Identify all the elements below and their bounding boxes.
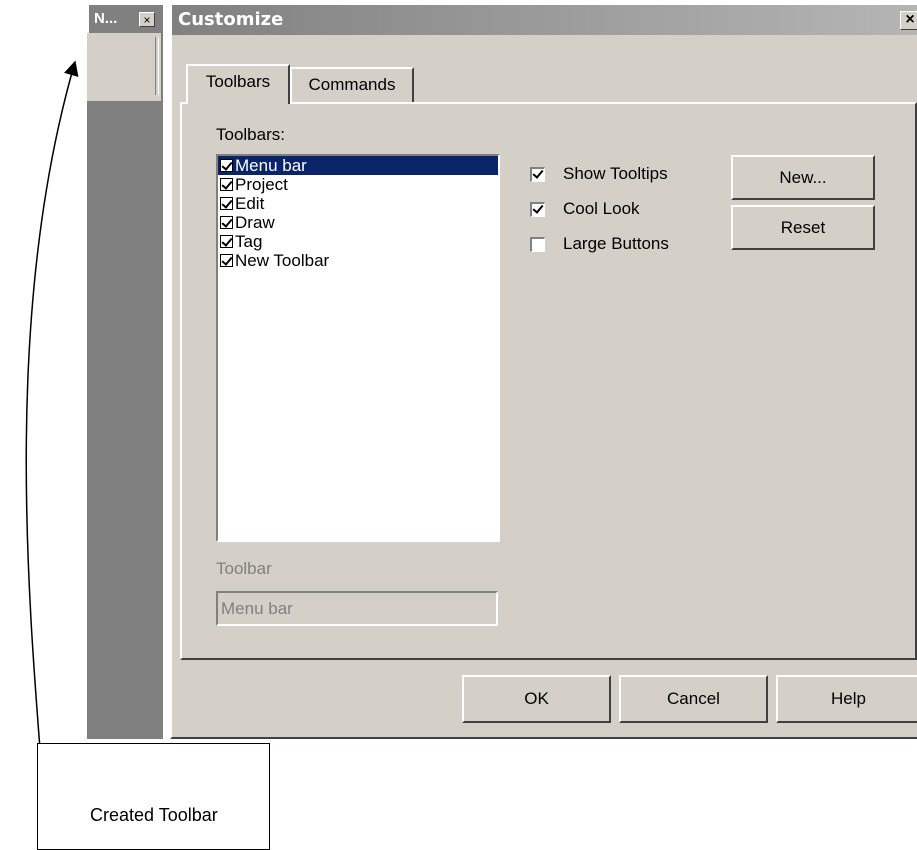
list-item-label: New Toolbar: [235, 251, 330, 270]
list-item-label: Tag: [235, 232, 263, 251]
new-toolbar-button[interactable]: New...: [731, 155, 875, 200]
dialog-title: Customize: [178, 9, 284, 30]
cancel-button[interactable]: Cancel: [619, 675, 768, 723]
close-icon[interactable]: ×: [900, 11, 917, 30]
list-item[interactable]: Project: [218, 175, 498, 194]
show-tooltips-checkbox[interactable]: [530, 167, 545, 182]
checkbox-icon[interactable]: [220, 254, 233, 267]
list-item[interactable]: Draw: [218, 213, 498, 232]
checkbox-icon[interactable]: [220, 159, 233, 172]
cool-look-label: Cool Look: [563, 199, 640, 218]
help-button[interactable]: Help: [776, 675, 917, 723]
cool-look-checkbox[interactable]: [530, 202, 545, 217]
list-item-label: Project: [235, 175, 288, 194]
created-toolbar-titlebar[interactable]: N... ×: [87, 3, 163, 33]
tab-toolbars-label: Toolbars: [205, 72, 271, 91]
help-button-label: Help: [831, 689, 866, 708]
cancel-button-label: Cancel: [667, 689, 720, 708]
list-item-label: Menu bar: [235, 156, 307, 175]
reset-button[interactable]: Reset: [731, 205, 875, 250]
annotation-callout: Created Toolbar: [37, 743, 270, 850]
created-toolbar[interactable]: N... ×: [87, 3, 163, 739]
close-icon[interactable]: ×: [139, 12, 155, 27]
list-item-label: Draw: [235, 213, 275, 232]
customize-dialog: Customize × Toolbars Commands Toolbars: …: [170, 3, 917, 739]
toolbar-name-value: Menu bar: [221, 599, 293, 618]
toolbar-name-label: Toolbar: [216, 559, 272, 578]
new-toolbar-button-label: New...: [779, 168, 827, 187]
toolbar-name-field[interactable]: Menu bar: [216, 591, 498, 626]
reset-button-label: Reset: [780, 218, 826, 237]
tab-toolbars[interactable]: Toolbars: [186, 64, 290, 104]
tab-commands[interactable]: Commands: [290, 67, 414, 103]
tab-commands-label: Commands: [308, 75, 396, 94]
large-buttons-checkbox[interactable]: [530, 237, 545, 252]
created-toolbar-title: N...: [94, 10, 118, 27]
list-item[interactable]: Menu bar: [218, 156, 498, 175]
dialog-titlebar[interactable]: Customize ×: [172, 5, 917, 35]
large-buttons-label: Large Buttons: [563, 234, 669, 253]
list-item[interactable]: Tag: [218, 232, 498, 251]
checkbox-icon[interactable]: [220, 178, 233, 191]
toolbars-listbox[interactable]: Menu bar Project Edit Draw Tag New Toolb…: [216, 154, 500, 542]
show-tooltips-label: Show Tooltips: [563, 164, 668, 183]
list-item[interactable]: Edit: [218, 194, 498, 213]
toolbar-grip: [155, 37, 159, 95]
checkbox-icon[interactable]: [220, 235, 233, 248]
checkbox-icon[interactable]: [220, 197, 233, 210]
annotation-text: Created Toolbar: [90, 805, 218, 825]
list-item-label: Edit: [235, 194, 265, 213]
toolbars-list-label: Toolbars:: [216, 125, 285, 144]
ok-button[interactable]: OK: [462, 675, 611, 723]
list-item[interactable]: New Toolbar: [218, 251, 498, 270]
checkbox-icon[interactable]: [220, 216, 233, 229]
ok-button-label: OK: [524, 689, 549, 708]
